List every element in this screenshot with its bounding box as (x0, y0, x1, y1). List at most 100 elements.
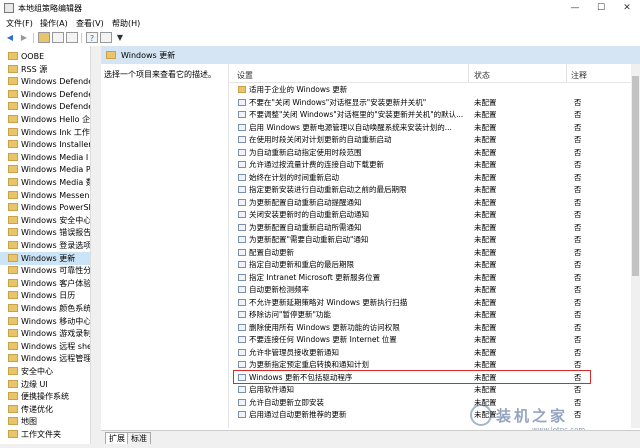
tree-item[interactable]: Windows PowerSh (0, 201, 90, 214)
tree-item[interactable]: Windows 远程 she (0, 340, 90, 353)
tree-item[interactable]: 工作文件夹 (0, 428, 90, 441)
tree-item[interactable]: Windows Media I (0, 151, 90, 164)
policy-row[interactable]: 在使用时段关闭对计划更新的自动重新启动 未配置 否 (229, 134, 631, 145)
tree-item[interactable]: Windows Hello 企 (0, 113, 90, 126)
tree-item[interactable]: Windows Ink 工作 (0, 126, 90, 139)
policy-row[interactable]: 不允许更新延期策略对 Windows 更新执行扫描 未配置 否 (229, 297, 631, 308)
up-folder-icon[interactable] (38, 32, 50, 43)
policy-row[interactable]: 为自动重新启动指定使用时段范围 未配置 否 (229, 147, 631, 158)
tree-item[interactable]: Windows 移动中心 (0, 315, 90, 328)
tree-item[interactable]: OOBE (0, 50, 90, 63)
tree-item-label: Windows Media I (21, 152, 89, 162)
tree-item[interactable]: Windows Media 数 (0, 176, 90, 189)
tree-item[interactable]: Windows Defende (0, 88, 90, 101)
policy-row[interactable]: 指定更新安装进行自动重新启动之前的最后期限 未配置 否 (229, 184, 631, 195)
policy-row[interactable]: 为更新配置自动重新启动提醒通知 未配置 否 (229, 197, 631, 208)
policy-name: 不要调整"关闭 Windows"对话框里的"安装更新并关机"的默认... (249, 110, 464, 119)
minimize-button[interactable]: — (562, 0, 588, 16)
tree-item[interactable]: RSS 源 (0, 63, 90, 76)
tree-scrollbar[interactable] (90, 46, 101, 444)
tree-item[interactable]: 传递优化 (0, 403, 90, 416)
tree-item[interactable]: 安全中心 (0, 365, 90, 378)
tree-item[interactable]: Windows 客户体验 (0, 277, 90, 290)
policy-row[interactable]: 启用通过自动更新推荐的更新 未配置否 (229, 409, 631, 420)
policy-row[interactable]: 为更新配置"需要自动重新启动"通知 未配置 否 (229, 234, 631, 245)
tree-item[interactable]: Windows 更新 (0, 251, 90, 265)
menu-help[interactable]: 帮助(H) (112, 18, 140, 29)
tree-item[interactable]: Windows 游戏录制 (0, 327, 90, 340)
tree-item[interactable]: Windows Defende (0, 100, 90, 113)
tree-item-label: Windows 日历 (21, 291, 76, 301)
tree-item[interactable]: Windows Messen (0, 189, 90, 202)
policy-row[interactable]: 始终在计划的时间重新启动 未配置 否 (229, 172, 631, 183)
policy-name: 指定自动更新和重启的最后期限 (249, 260, 354, 269)
policy-setting-icon (238, 198, 246, 206)
column-status[interactable]: 状态 (474, 70, 490, 81)
tree-item-label: Windows 游戏录制 (21, 329, 90, 339)
export-list-icon[interactable] (66, 32, 78, 43)
tree-item[interactable]: 地图 (0, 415, 90, 428)
policy-status: 未配置 (474, 297, 497, 307)
policy-row[interactable]: 配置自动更新 未配置 否 (229, 247, 631, 258)
policy-row[interactable]: 适用于企业的 Windows 更新 (229, 84, 631, 95)
policy-row[interactable]: 不要调整"关闭 Windows"对话框里的"安装更新并关机"的默认... 未配置 否 (229, 109, 631, 120)
policy-name: 为自动重新启动指定使用时段范围 (249, 147, 362, 157)
policy-name: 允许自动更新立即安装 (249, 397, 324, 407)
tree-item[interactable]: 边缘 UI (0, 378, 90, 391)
show-hide-tree-icon[interactable] (52, 32, 64, 43)
tree-item-label: Windows Defende (21, 77, 90, 87)
menu-bar: 文件(F) 操作(A) 查看(V) 帮助(H) (0, 16, 640, 30)
filter-icon[interactable]: ▼ (114, 32, 126, 43)
tree-item[interactable]: Windows Media P (0, 163, 90, 176)
policy-setting-icon (238, 348, 246, 356)
tree-item[interactable]: Windows 颜色系统 (0, 302, 90, 315)
tree-item[interactable]: Windows 错误报告 (0, 226, 90, 239)
policy-row[interactable]: 指定 Intranet Microsoft 更新服务位置 未配置 否 (229, 272, 631, 283)
policy-row[interactable]: 不要连接任何 Windows 更新 Internet 位置 未配置 否 (229, 334, 631, 345)
properties-icon[interactable] (100, 32, 112, 43)
policy-row[interactable]: 为更新指定预定重启转换和通知计划 未配置 否 (229, 359, 631, 370)
folder-icon (8, 304, 18, 312)
policy-row[interactable]: 启用软件通知 未配置 否 (229, 384, 631, 395)
tree-item[interactable]: Windows Installer (0, 138, 90, 151)
policy-setting-icon (238, 123, 246, 131)
policy-row[interactable]: 不要在"关闭 Windows"对话框显示"安装更新并关机" 未配置 否 (229, 97, 631, 108)
list-scrollbar[interactable] (631, 64, 640, 428)
policy-setting-icon (238, 386, 246, 393)
policy-row[interactable]: 指定自动更新和重启的最后期限 未配置 否 (229, 259, 631, 270)
tree-item[interactable]: Windows 安全中心 (0, 214, 90, 227)
maximize-button[interactable]: ☐ (588, 0, 614, 16)
tree-item[interactable]: Windows 日历 (0, 289, 90, 302)
policy-note: 否 (574, 310, 582, 319)
scroll-thumb[interactable] (632, 76, 639, 276)
policy-setting-icon (238, 261, 246, 268)
policy-row[interactable]: 允许非管理员接收更新通知 未配置 否 (229, 347, 631, 358)
policy-status: 未配置 (474, 235, 497, 244)
tree-item[interactable]: 便携操作系统 (0, 390, 90, 403)
policy-row[interactable]: 删除使用所有 Windows 更新功能的访问权限 未配置 否 (229, 322, 631, 333)
menu-file[interactable]: 文件(F) (6, 18, 33, 29)
tree-item[interactable]: Windows 远程管理 (0, 352, 90, 365)
policy-row[interactable]: 移除访问"暂停更新"功能 未配置 否 (229, 309, 631, 320)
column-note[interactable]: 注释 (571, 70, 587, 81)
tree-item[interactable]: Windows 登录选项 (0, 239, 90, 252)
tree-item[interactable]: Windows Defende (0, 75, 90, 88)
policy-note: 否 (574, 185, 582, 194)
policy-status: 未配置 (474, 272, 497, 282)
policy-name: 始终在计划的时间重新启动 (249, 172, 339, 182)
policy-row[interactable]: 为更新配置自动重新启动所需通知 未配置 否 (229, 222, 631, 233)
menu-view[interactable]: 查看(V) (76, 18, 104, 29)
tree-item[interactable]: Windows 可靠性分 (0, 264, 90, 277)
policy-row[interactable]: 启用 Windows 更新电源管理以自动唤醒系统来安装计划的... 未配置 否 (229, 122, 631, 133)
policy-row[interactable]: 自动更新检测频率 未配置 否 (229, 284, 631, 295)
help-icon[interactable]: ? (86, 32, 98, 43)
policy-row[interactable]: 允许自动更新立即安装 未配置否 (229, 397, 631, 408)
forward-icon[interactable]: ▶ (18, 32, 30, 43)
close-button[interactable]: ✕ (614, 0, 640, 16)
policy-row[interactable]: 允许通过按流量计费的连接自动下载更新 未配置 否 (229, 159, 631, 170)
menu-action[interactable]: 操作(A) (40, 18, 68, 29)
back-icon[interactable]: ◀ (4, 32, 16, 43)
policy-status: 未配置 (474, 260, 497, 269)
column-setting[interactable]: 设置 (237, 70, 253, 81)
policy-row[interactable]: 关闭安装更新时的自动重新启动通知 未配置 否 (229, 209, 631, 220)
